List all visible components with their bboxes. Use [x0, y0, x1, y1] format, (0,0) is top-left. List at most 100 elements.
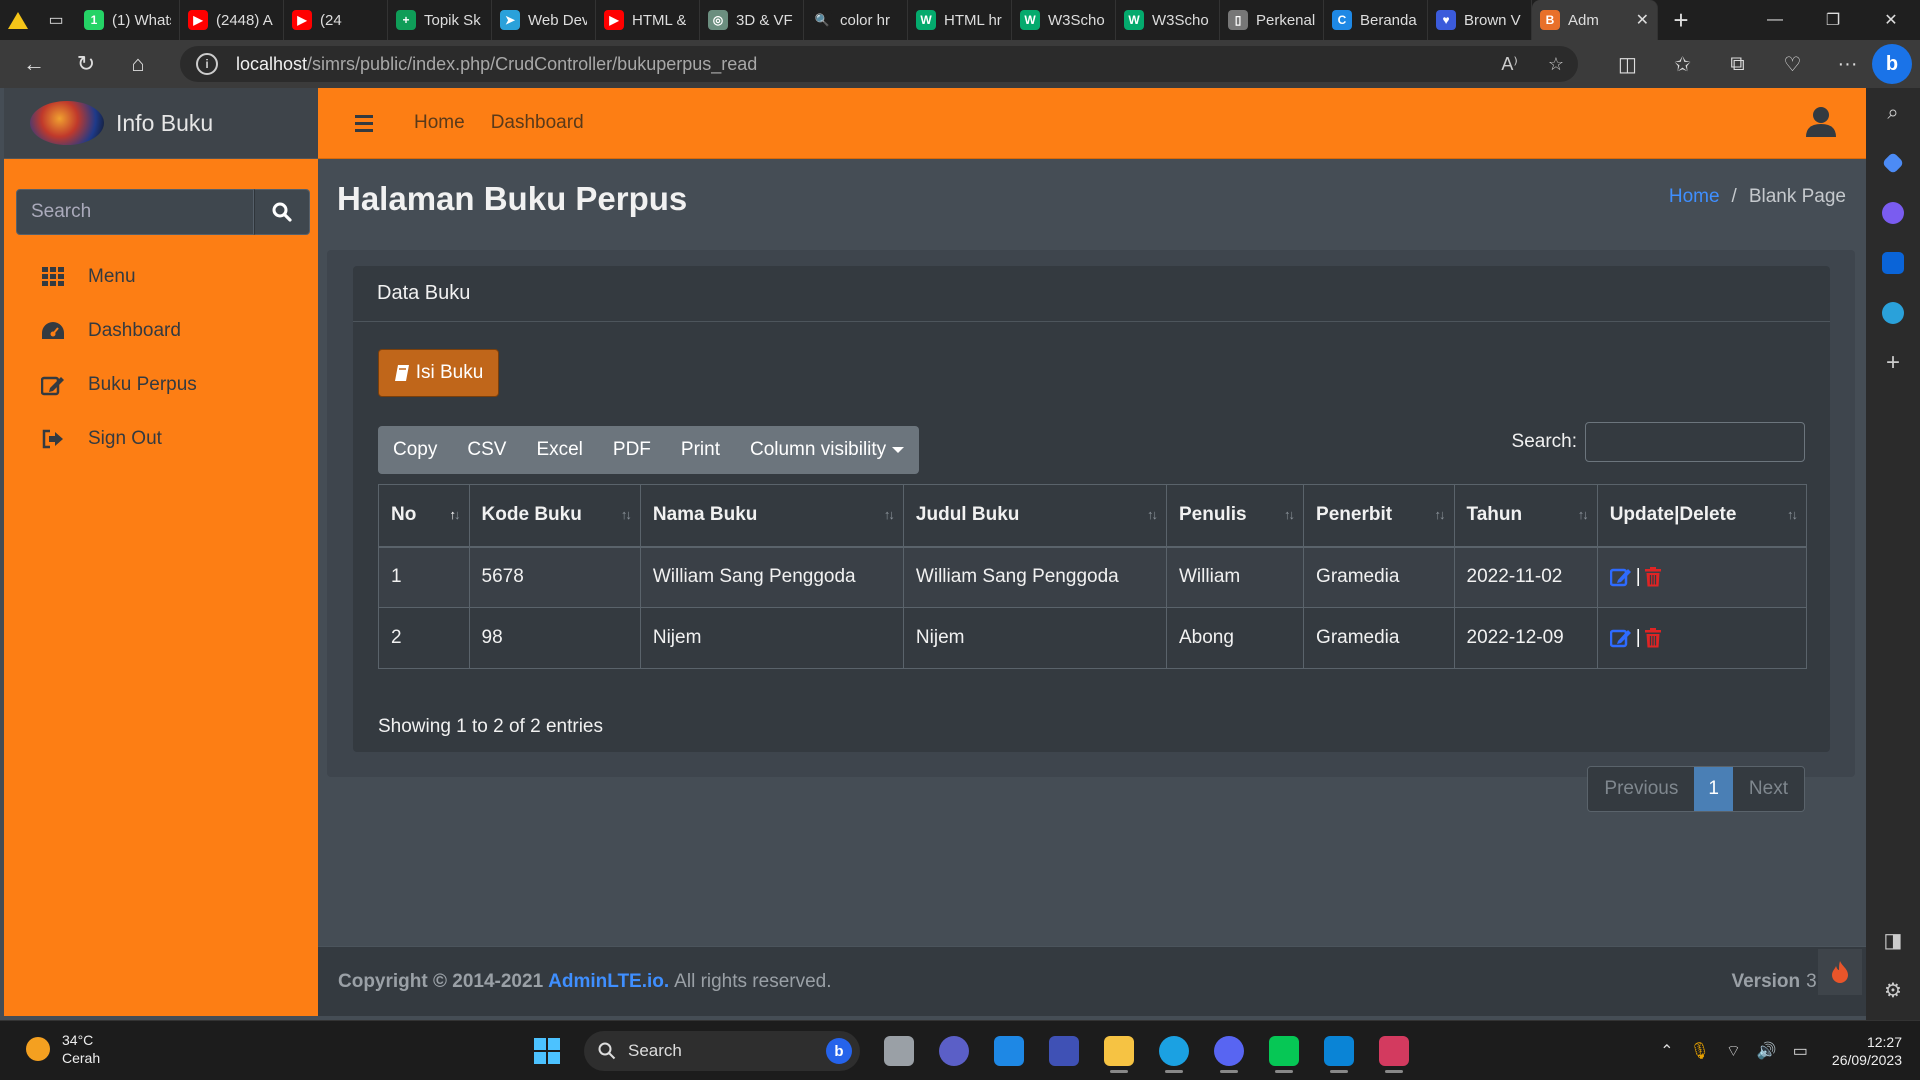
- back-icon[interactable]: ←: [8, 40, 60, 88]
- favorites-icon[interactable]: ✩: [1655, 52, 1710, 77]
- nav-link-home[interactable]: Home: [406, 112, 473, 134]
- line-icon[interactable]: [1259, 1027, 1309, 1075]
- battery-icon[interactable]: ▭: [1793, 1041, 1808, 1061]
- close-tab-icon[interactable]: ✕: [1636, 10, 1649, 30]
- more-options-icon[interactable]: ···: [1820, 53, 1875, 76]
- next-page-button[interactable]: Next: [1732, 767, 1804, 811]
- column-header-penerbit[interactable]: Penerbit ↑↓: [1303, 484, 1455, 548]
- start-button[interactable]: [524, 1028, 570, 1074]
- refresh-icon[interactable]: ↻: [60, 40, 112, 88]
- outlook-icon[interactable]: [1866, 238, 1920, 288]
- column-visibility-button[interactable]: Column visibility: [735, 426, 919, 474]
- tab-active[interactable]: B Adm ✕: [1532, 0, 1658, 40]
- read-aloud-icon[interactable]: A⁾: [1501, 54, 1517, 75]
- add-sidebar-app-icon[interactable]: +: [1866, 338, 1920, 388]
- sidebar-item-menu[interactable]: Menu: [4, 250, 318, 304]
- vscode-icon[interactable]: [1314, 1027, 1364, 1075]
- tab-6[interactable]: ◎ 3D & VF: [700, 0, 804, 40]
- vector-app-icon[interactable]: [1039, 1027, 1089, 1075]
- performance-icon[interactable]: ♡: [1765, 52, 1820, 77]
- column-header-tahun[interactable]: Tahun ↑↓: [1453, 484, 1598, 548]
- copilot-icon[interactable]: b: [1872, 44, 1912, 84]
- weather-widget[interactable]: 34°C Cerah: [26, 1031, 100, 1067]
- home-icon[interactable]: ⌂: [112, 40, 164, 88]
- taskbar-search[interactable]: Search b: [584, 1031, 860, 1071]
- clock[interactable]: 12:27 26/09/2023: [1832, 1033, 1902, 1069]
- tab-3[interactable]: + Topik Sk: [388, 0, 492, 40]
- trash-icon[interactable]: [1644, 567, 1661, 587]
- shopping-icon[interactable]: [1866, 138, 1920, 188]
- edit-icon[interactable]: [1609, 567, 1632, 587]
- tab-0[interactable]: 1 (1) WhatsApp: [76, 0, 180, 40]
- hide-sidebar-icon[interactable]: ◨: [1866, 928, 1920, 953]
- edit-icon[interactable]: [1609, 628, 1632, 648]
- new-tab-button[interactable]: +: [1658, 0, 1704, 40]
- excel-button[interactable]: Excel: [521, 426, 597, 474]
- tab-2[interactable]: ▶ (24: [284, 0, 388, 40]
- csv-button[interactable]: CSV: [452, 426, 521, 474]
- sidebar-item-dashboard[interactable]: Dashboard: [4, 304, 318, 358]
- table-search-input[interactable]: [1585, 422, 1805, 462]
- column-header-no[interactable]: No ↑↓: [378, 484, 470, 548]
- hamburger-menu-icon[interactable]: [344, 114, 384, 132]
- print-button[interactable]: Print: [666, 426, 735, 474]
- tab-11[interactable]: ▯ Perkenal: [1220, 0, 1324, 40]
- url-field[interactable]: i localhost/simrs/public/index.php/CrudC…: [180, 46, 1578, 82]
- tab-9[interactable]: W W3Scho: [1012, 0, 1116, 40]
- telegram-icon[interactable]: [1866, 288, 1920, 338]
- split-screen-icon[interactable]: ◫: [1600, 52, 1655, 77]
- footer-adminlte-link[interactable]: AdminLTE.io.: [548, 971, 669, 993]
- column-header-update-delete[interactable]: Update|Delete ↑↓: [1596, 484, 1808, 548]
- column-header-penulis[interactable]: Penulis ↑↓: [1165, 484, 1305, 548]
- fire-icon[interactable]: [1818, 949, 1862, 995]
- restore-icon[interactable]: ❐: [1804, 0, 1862, 40]
- copy-button[interactable]: Copy: [378, 426, 452, 474]
- wifi-icon[interactable]: ⌔: [1726, 1041, 1741, 1061]
- column-header-judul-buku[interactable]: Judul Buku ↑↓: [902, 484, 1168, 548]
- nav-link-dashboard[interactable]: Dashboard: [483, 112, 592, 134]
- close-window-icon[interactable]: ✕: [1862, 0, 1920, 40]
- discord-icon[interactable]: [1204, 1027, 1254, 1075]
- tab-5[interactable]: ▶ HTML &: [596, 0, 700, 40]
- brand-link[interactable]: Info Buku: [4, 88, 318, 159]
- site-info-icon[interactable]: i: [196, 53, 218, 75]
- sidebar-search-input[interactable]: Search: [16, 189, 254, 235]
- tab-7[interactable]: 🔍 color hr: [804, 0, 908, 40]
- snipping-tool-icon[interactable]: [1369, 1027, 1419, 1075]
- profile-icon[interactable]: [0, 0, 36, 40]
- add-book-button[interactable]: Isi Buku: [378, 349, 499, 397]
- breadcrumb-home-link[interactable]: Home: [1669, 186, 1720, 208]
- column-header-kode-buku[interactable]: Kode Buku ↑↓: [468, 484, 641, 548]
- tab-13[interactable]: ♥ Brown V: [1428, 0, 1532, 40]
- breadcrumb-current: Blank Page: [1748, 186, 1846, 207]
- settings-icon[interactable]: ⚙: [1866, 978, 1920, 1003]
- microphone-icon[interactable]: 🎙: [1690, 1041, 1710, 1061]
- pdf-button[interactable]: PDF: [598, 426, 666, 474]
- favorite-star-icon[interactable]: ☆: [1548, 54, 1564, 75]
- tab-4[interactable]: ➤ Web Dev: [492, 0, 596, 40]
- page-1-button[interactable]: 1: [1694, 767, 1733, 811]
- tab-10[interactable]: W W3Scho: [1116, 0, 1220, 40]
- edge-icon[interactable]: [1149, 1027, 1199, 1075]
- tab-actions-icon[interactable]: ▭: [36, 0, 76, 40]
- trash-icon[interactable]: [1644, 628, 1661, 648]
- task-view-icon[interactable]: [874, 1027, 924, 1075]
- sidebar-search-button[interactable]: [254, 189, 310, 235]
- tab-8[interactable]: W HTML hr: [908, 0, 1012, 40]
- chat-icon[interactable]: [929, 1027, 979, 1075]
- sidebar-item-buku-perpus[interactable]: Buku Perpus: [4, 358, 318, 412]
- user-icon[interactable]: [1806, 106, 1836, 143]
- tab-12[interactable]: C Beranda: [1324, 0, 1428, 40]
- volume-icon[interactable]: 🔊: [1757, 1041, 1777, 1061]
- search-sidebar-icon[interactable]: ⌕: [1866, 88, 1920, 138]
- tab-1[interactable]: ▶ (2448) A: [180, 0, 284, 40]
- minimize-icon[interactable]: —: [1746, 0, 1804, 40]
- file-explorer-icon[interactable]: [1094, 1027, 1144, 1075]
- show-hidden-icons-icon[interactable]: ⌃: [1660, 1041, 1673, 1061]
- mail-icon[interactable]: [984, 1027, 1034, 1075]
- tools-icon[interactable]: [1866, 188, 1920, 238]
- collections-icon[interactable]: ⧉: [1710, 53, 1765, 76]
- column-header-nama-buku[interactable]: Nama Buku ↑↓: [639, 484, 904, 548]
- previous-page-button[interactable]: Previous: [1588, 767, 1695, 811]
- sidebar-item-sign-out[interactable]: Sign Out: [4, 412, 318, 466]
